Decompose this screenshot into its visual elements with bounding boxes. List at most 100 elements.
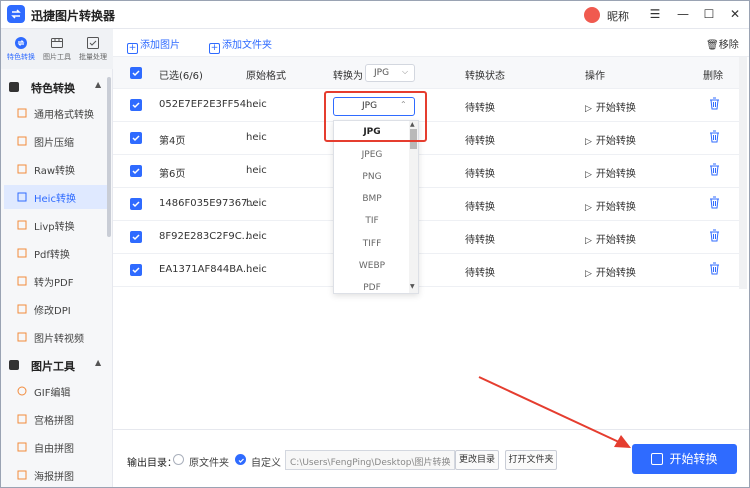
sidebar-tabs: 特色转换 图片工具 批量处理 xyxy=(1,29,113,69)
dropdown-scrollbar[interactable]: ▲ ▼ xyxy=(409,121,418,293)
row-checkbox[interactable] xyxy=(130,198,142,210)
delete-icon[interactable] xyxy=(709,130,720,143)
nav-item-dpi[interactable]: 修改DPI xyxy=(4,297,107,321)
feature-group-icon xyxy=(9,82,19,92)
change-dir-button[interactable]: 更改目录 xyxy=(455,450,499,470)
tab-image-tools[interactable]: 图片工具 xyxy=(39,32,75,66)
add-folder-button[interactable]: + 添加文件夹 xyxy=(209,36,272,54)
file-name: 052E7EF2E3FF54... xyxy=(159,99,256,110)
file-name: 8F92E283C2F9C... xyxy=(159,231,252,242)
row-checkbox[interactable] xyxy=(130,132,142,144)
nav-item-heic[interactable]: Heic转换 xyxy=(4,185,107,209)
format-option[interactable]: PNG xyxy=(334,166,410,188)
start-convert-link[interactable]: ▷ 开始转换 xyxy=(585,198,636,213)
raw-icon xyxy=(17,164,27,174)
avatar[interactable] xyxy=(584,7,600,23)
start-convert-link[interactable]: ▷ 开始转换 xyxy=(585,99,636,114)
play-icon: ▷ xyxy=(585,137,592,147)
start-convert-link[interactable]: ▷ 开始转换 xyxy=(585,165,636,180)
file-status: 待转换 xyxy=(465,202,495,213)
bottom-bar: 输出目录： 原文件夹 自定义 C:\Users\FengPing\Desktop… xyxy=(113,429,749,487)
chevron-up-icon: ▲ xyxy=(95,358,102,367)
row-checkbox[interactable] xyxy=(130,264,142,276)
nav-item-raw[interactable]: Raw转换 xyxy=(4,157,107,181)
start-convert-button[interactable]: 开始转换 xyxy=(632,444,737,474)
open-folder-button[interactable]: 打开文件夹 xyxy=(505,450,557,470)
header-convert-to: 转换为 xyxy=(333,71,363,82)
format-icon xyxy=(17,108,27,118)
nav-item-gif[interactable]: GIF编辑 xyxy=(4,379,107,403)
start-convert-link[interactable]: ▷ 开始转换 xyxy=(585,264,636,279)
select-all-checkbox[interactable] xyxy=(130,67,142,79)
plus-icon: + xyxy=(127,43,138,54)
start-convert-link[interactable]: ▷ 开始转换 xyxy=(585,231,636,246)
tab-feature-convert[interactable]: 特色转换 xyxy=(3,32,39,66)
delete-icon[interactable] xyxy=(709,196,720,209)
tools-group-icon xyxy=(9,360,19,370)
delete-icon[interactable] xyxy=(709,229,720,242)
remove-button[interactable]: 🗑移除 xyxy=(706,36,739,51)
nav-item-pdf[interactable]: Pdf转换 xyxy=(4,241,107,265)
radio-custom[interactable] xyxy=(235,454,246,465)
nav-item-general-format[interactable]: 通用格式转换 xyxy=(4,101,107,125)
nickname[interactable]: 昵称 xyxy=(607,8,629,24)
nav-item-poster-collage[interactable]: 海报拼图 xyxy=(4,463,107,487)
file-format: heic xyxy=(246,264,267,275)
nav-item-livp[interactable]: Livp转换 xyxy=(4,213,107,237)
format-option[interactable]: JPEG xyxy=(334,144,410,166)
add-image-button[interactable]: + 添加图片 xyxy=(127,36,180,54)
format-option[interactable]: WEBP xyxy=(334,255,410,277)
radio-source-label[interactable]: 原文件夹 xyxy=(189,454,229,469)
app-logo-icon xyxy=(7,5,25,23)
dpi-icon xyxy=(17,304,27,314)
radio-source-folder[interactable] xyxy=(173,454,184,465)
group-image-tools[interactable]: 图片工具 ▲ xyxy=(1,353,113,377)
minimize-icon[interactable]: — xyxy=(673,4,693,24)
delete-icon[interactable] xyxy=(709,97,720,110)
nav-item-compress[interactable]: 图片压缩 xyxy=(4,129,107,153)
file-name: 第6页 xyxy=(159,169,186,180)
nav-item-to-pdf[interactable]: 转为PDF xyxy=(4,269,107,293)
file-format: heic xyxy=(246,99,267,110)
nav-item-grid-collage[interactable]: 宫格拼图 xyxy=(4,407,107,431)
group-feature-convert[interactable]: 特色转换 ▲ xyxy=(1,75,113,99)
file-status: 待转换 xyxy=(465,136,495,147)
header-action: 操作 xyxy=(585,71,605,82)
file-format: heic xyxy=(246,132,267,143)
start-convert-link[interactable]: ▷ 开始转换 xyxy=(585,132,636,147)
bulk-format-select[interactable]: JPG ⌵ xyxy=(365,64,415,82)
nav-item-free-collage[interactable]: 自由拼图 xyxy=(4,435,107,459)
convert-icon xyxy=(651,453,664,465)
row-checkbox[interactable] xyxy=(130,165,142,177)
compress-icon xyxy=(17,136,27,146)
play-icon: ▷ xyxy=(585,170,592,180)
format-option[interactable]: BMP xyxy=(334,188,410,210)
radio-custom-label[interactable]: 自定义 xyxy=(251,454,281,469)
menu-icon[interactable]: ☰ xyxy=(645,4,665,24)
file-status: 待转换 xyxy=(465,268,495,279)
row-checkbox[interactable] xyxy=(130,99,142,111)
maximize-icon[interactable]: ☐ xyxy=(699,4,719,24)
poster-icon xyxy=(17,470,27,480)
delete-icon[interactable] xyxy=(709,262,720,275)
output-path-input[interactable]: C:\Users\FengPing\Desktop\图片转换 xyxy=(285,450,455,470)
batch-icon xyxy=(87,37,99,49)
file-status: 待转换 xyxy=(465,103,495,114)
sidebar-scrollbar[interactable] xyxy=(107,77,111,237)
tab-batch[interactable]: 批量处理 xyxy=(75,32,111,66)
grid-icon xyxy=(17,414,27,424)
format-option[interactable]: TIF xyxy=(334,210,410,232)
row-checkbox[interactable] xyxy=(130,231,142,243)
close-icon[interactable]: ✕ xyxy=(725,4,745,24)
format-option[interactable]: TIFF xyxy=(334,233,410,255)
table-row: 1486F035E97367... heic 待转换 ▷ 开始转换 xyxy=(113,188,739,221)
format-option[interactable]: PDF xyxy=(334,277,410,293)
scroll-down-icon[interactable]: ▼ xyxy=(410,283,415,290)
table-scrollbar[interactable] xyxy=(739,57,747,289)
app-window: 迅捷图片转换器 昵称 ☰ — ☐ ✕ 特色转换 图片工具 批量处理 特色转换 ▲… xyxy=(0,0,750,488)
delete-icon[interactable] xyxy=(709,163,720,176)
plus-icon: + xyxy=(209,43,220,54)
nav-item-to-video[interactable]: 图片转视频 xyxy=(4,325,107,349)
image-tools-icon xyxy=(51,38,63,48)
header-status: 转换状态 xyxy=(465,71,505,82)
